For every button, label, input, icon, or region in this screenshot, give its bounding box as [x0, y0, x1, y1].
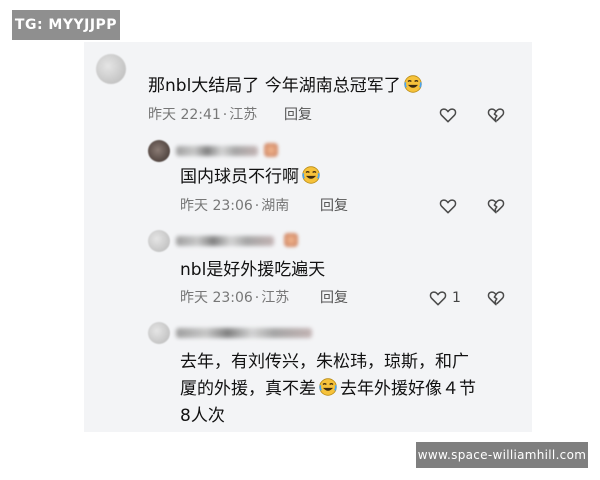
- meta-separator: ·: [254, 198, 260, 214]
- comment-4: 去年，有刘传兴，朱松玮，琼斯，和广 厦的外援，真不差 去年外援好像４节 8人次: [84, 317, 532, 432]
- comment-location: 江苏: [261, 290, 290, 306]
- blurred-username: [176, 328, 312, 338]
- broken-heart-icon[interactable]: [486, 105, 506, 125]
- comment-3: nbl是好外援吃遍天 昨天 23:06 · 江苏 回复 1: [84, 227, 532, 317]
- comment-1: 那nbl大结局了 今年湖南总冠军了 昨天 22:41 · 江苏 回复: [84, 42, 532, 137]
- comment-text: 国内球员不行啊: [180, 164, 321, 190]
- comment-text: 那nbl大结局了 今年湖南总冠军了: [148, 73, 423, 99]
- laughing-crying-emoji-icon: [403, 75, 422, 93]
- heart-icon[interactable]: [428, 288, 448, 308]
- laughing-crying-emoji-icon: [302, 166, 320, 184]
- blurred-emoji-icon: [284, 233, 298, 247]
- watermark-badge: www.space-williamhill.com: [416, 442, 588, 468]
- blurred-username: [176, 236, 274, 246]
- comment-meta: 昨天 22:41 · 江苏: [148, 105, 257, 125]
- avatar[interactable]: [148, 322, 170, 344]
- comment-text-line-2: 厦的外援，真不差 去年外援好像４节: [180, 376, 476, 402]
- avatar[interactable]: [148, 230, 170, 252]
- avatar[interactable]: [96, 54, 126, 84]
- screenshot-frame: TG: MYYJJPP 那nbl大结局了 今年湖南总冠军了 昨天 22:41 · 江…: [0, 0, 600, 480]
- comment-panel: 那nbl大结局了 今年湖南总冠军了 昨天 22:41 · 江苏 回复 国内球员不…: [84, 42, 532, 432]
- comment-time: 昨天 22:41: [148, 107, 221, 123]
- comment-text-content: 国内球员不行啊: [180, 167, 299, 187]
- comment-text-line-3: 8人次: [180, 406, 225, 426]
- reply-button[interactable]: 回复: [320, 196, 348, 216]
- comment-text-content: 厦的外援，真不差: [180, 379, 316, 399]
- laughing-crying-emoji-icon: [319, 378, 337, 396]
- comment-location: 湖南: [261, 198, 290, 214]
- meta-separator: ·: [254, 290, 260, 306]
- comment-2: 国内球员不行啊 昨天 23:06 · 湖南 回复: [84, 137, 532, 227]
- comment-time: 昨天 23:06: [180, 290, 253, 306]
- comment-text-content: nbl是好外援吃遍天: [180, 260, 326, 280]
- comment-text-content: 那nbl大结局了 今年湖南总冠军了: [148, 76, 401, 96]
- avatar[interactable]: [148, 140, 170, 162]
- reply-button[interactable]: 回复: [284, 105, 312, 125]
- blurred-emoji-icon: [264, 143, 278, 157]
- comment-meta: 昨天 23:06 · 湖南: [180, 196, 289, 216]
- comment-text-line-1: 去年，有刘传兴，朱松玮，琼斯，和广: [180, 352, 469, 372]
- broken-heart-icon[interactable]: [486, 196, 506, 216]
- meta-separator: ·: [222, 107, 228, 123]
- heart-icon[interactable]: [438, 196, 458, 216]
- comment-meta: 昨天 23:06 · 江苏: [180, 288, 289, 308]
- heart-icon[interactable]: [438, 105, 458, 125]
- reply-button[interactable]: 回复: [320, 288, 348, 308]
- comment-text: nbl是好外援吃遍天: [180, 257, 325, 283]
- comment-location: 江苏: [229, 107, 258, 123]
- broken-heart-icon[interactable]: [486, 288, 506, 308]
- blurred-username: [176, 146, 258, 156]
- comment-time: 昨天 23:06: [180, 198, 253, 214]
- comment-text-content: 去年外援好像４节: [340, 379, 476, 399]
- like-count: 1: [452, 290, 461, 306]
- tag-badge: TG: MYYJJPP: [12, 10, 120, 40]
